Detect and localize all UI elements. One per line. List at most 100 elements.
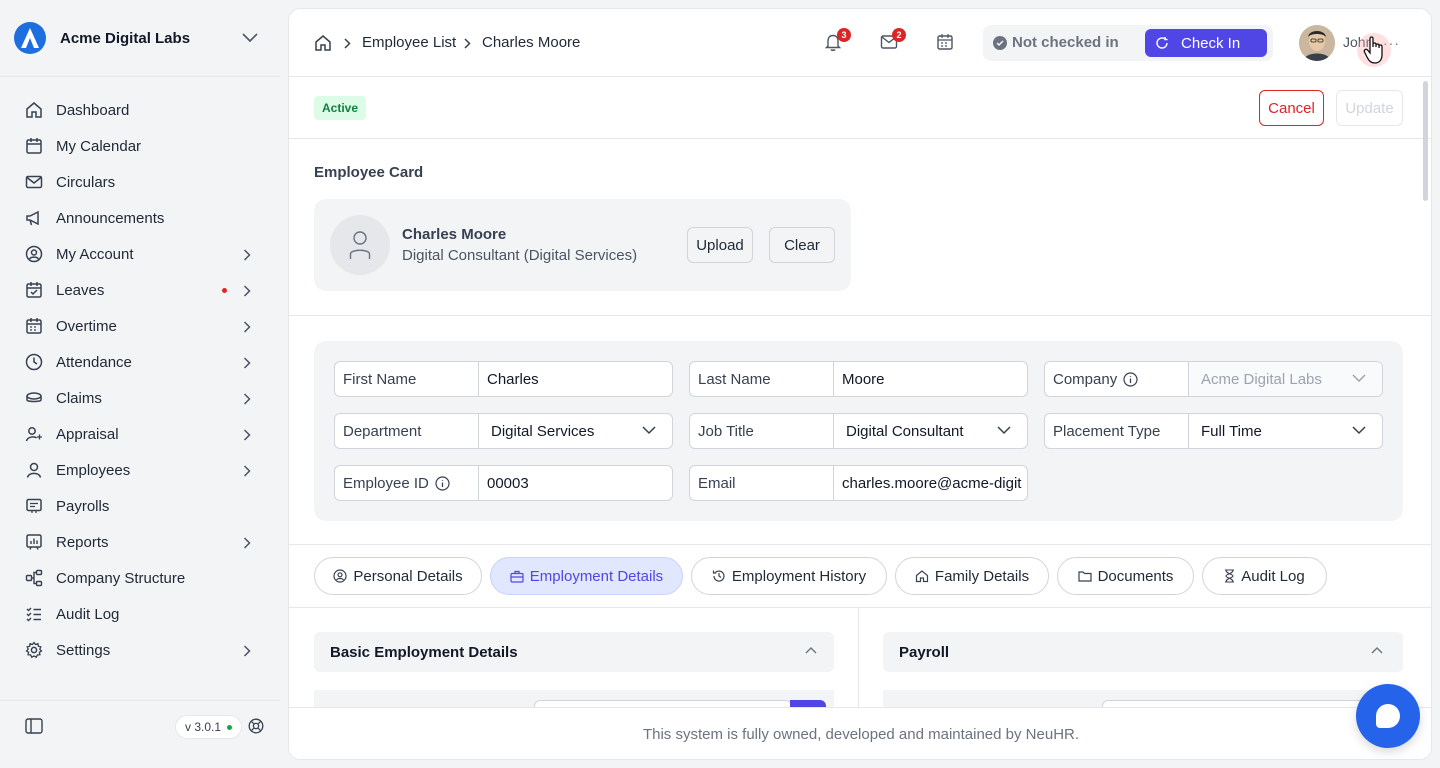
sidebar-item-label: Settings [56, 641, 111, 659]
tab-personal-details[interactable]: Personal Details [314, 557, 482, 595]
info-icon[interactable] [1123, 371, 1138, 387]
chevron-right-icon [344, 38, 351, 49]
update-button[interactable]: Update [1336, 90, 1403, 126]
column-divider [858, 608, 859, 707]
messages-badge: 2 [892, 28, 906, 42]
chevron-right-icon [243, 537, 251, 549]
chevron-down-icon[interactable] [242, 33, 258, 43]
employee-role: Digital Consultant (Digital Services) [402, 247, 638, 264]
tab-label: Audit Log [1241, 567, 1305, 585]
home-icon[interactable] [314, 34, 332, 52]
placement-type-select[interactable]: Full Time [1189, 414, 1382, 448]
company-field[interactable]: Company Acme Digital Labs [1044, 361, 1383, 397]
sidebar-item-company-structure[interactable]: Company Structure [0, 560, 280, 596]
brand-switcher[interactable]: Acme Digital Labs [0, 0, 280, 77]
upload-button[interactable]: Upload [687, 227, 753, 263]
sidebar-item-label: Announcements [56, 209, 165, 227]
tab-audit-log[interactable]: Audit Log [1202, 557, 1327, 595]
breadcrumb-employee-list[interactable]: Employee List [362, 34, 456, 51]
email-field[interactable]: Email charles.moore@acme-digit [689, 465, 1028, 501]
basic-employment-panel-header[interactable]: Basic Employment Details [314, 632, 834, 672]
brand-name: Acme Digital Labs [60, 29, 191, 47]
attendance-status: Not checked in [1012, 34, 1119, 51]
divider [289, 607, 1431, 608]
sidebar-item-claims[interactable]: Claims [0, 380, 280, 416]
chat-button[interactable] [1356, 684, 1420, 748]
divider [289, 544, 1431, 545]
notifications-badge: 3 [837, 28, 851, 42]
topbar: Employee List Charles Moore 3 2 Not chec… [289, 9, 1431, 77]
scrollbar[interactable] [1423, 81, 1428, 201]
last-name-field[interactable]: Last Name Moore [689, 361, 1028, 397]
info-icon[interactable] [435, 475, 450, 491]
gear-icon [25, 641, 43, 659]
tab-employment-history[interactable]: Employment History [691, 557, 887, 595]
company-select[interactable]: Acme Digital Labs [1189, 362, 1382, 396]
home-icon [915, 570, 929, 583]
sidebar-item-announcements[interactable]: Announcements [0, 200, 280, 236]
field-label: Job Title [690, 414, 834, 448]
company-value: Acme Digital Labs [1201, 370, 1322, 388]
sidebar-item-circulars[interactable]: Circulars [0, 164, 280, 200]
sidebar-item-label: Company Structure [56, 569, 186, 587]
sidebar-item-appraisal[interactable]: Appraisal [0, 416, 280, 452]
employee-name: Charles Moore [402, 226, 507, 243]
avatar[interactable] [1299, 25, 1335, 61]
sidebar-item-audit-log[interactable]: Audit Log [0, 596, 280, 632]
last-name-input[interactable]: Moore [834, 362, 1027, 396]
payroll-input[interactable] [1102, 700, 1392, 707]
placement-type-field[interactable]: Placement Type Full Time [1044, 413, 1383, 449]
tab-documents[interactable]: Documents [1057, 557, 1194, 595]
user-circle-icon [25, 245, 43, 263]
sidebar-item-reports[interactable]: Reports [0, 524, 280, 560]
date-picker-button[interactable] [790, 700, 826, 707]
calendar-icon[interactable] [936, 33, 954, 51]
user-icon [25, 461, 43, 479]
clear-button[interactable]: Clear [769, 227, 835, 263]
sidebar-item-my-account[interactable]: My Account [0, 236, 280, 272]
report-icon [25, 533, 43, 551]
folder-icon [1077, 571, 1092, 582]
employee-id-input[interactable]: 00003 [479, 466, 672, 500]
first-name-field[interactable]: First Name Charles [334, 361, 673, 397]
sidebar-item-payrolls[interactable]: Payrolls [0, 488, 280, 524]
sidebar-collapse-icon[interactable] [25, 718, 43, 734]
payroll-panel-header[interactable]: Payroll [883, 632, 1403, 672]
check-in-label: Check In [1181, 34, 1241, 52]
department-select[interactable]: Digital Services [479, 414, 672, 448]
first-name-input[interactable]: Charles [479, 362, 672, 396]
avatar-placeholder-icon [330, 215, 390, 275]
cancel-button[interactable]: Cancel [1259, 90, 1324, 126]
email-input[interactable]: charles.moore@acme-digit [834, 466, 1027, 500]
department-field[interactable]: Department Digital Services [334, 413, 673, 449]
date-input[interactable] [534, 700, 792, 707]
sidebar-nav: Dashboard My Calendar Circulars Announce… [0, 92, 280, 668]
sidebar-item-overtime[interactable]: Overtime [0, 308, 280, 344]
clock-icon [25, 353, 43, 371]
help-icon[interactable] [248, 718, 264, 734]
history-icon [712, 570, 725, 582]
sidebar-item-my-calendar[interactable]: My Calendar [0, 128, 280, 164]
tab-employment-details[interactable]: Employment Details [490, 557, 683, 595]
sidebar-item-label: Dashboard [56, 101, 130, 119]
sidebar-item-dashboard[interactable]: Dashboard [0, 92, 280, 128]
employee-id-field[interactable]: Employee ID 00003 [334, 465, 673, 501]
status-badge: Active [314, 96, 367, 120]
briefcase-icon [510, 570, 524, 583]
employee-form: Active Cancel Update Employee Card Charl… [289, 78, 1431, 707]
chevron-right-icon [243, 393, 251, 405]
check-in-button[interactable]: Check In [1145, 29, 1267, 57]
chevron-up-icon [805, 647, 817, 654]
field-label: Company [1053, 370, 1118, 388]
job-title-select[interactable]: Digital Consultant [834, 414, 1027, 448]
sidebar-item-leaves[interactable]: Leaves [0, 272, 280, 308]
tab-family-details[interactable]: Family Details [895, 557, 1049, 595]
mouse-cursor [1357, 33, 1391, 67]
chevron-right-icon [243, 249, 251, 261]
sidebar-item-attendance[interactable]: Attendance [0, 344, 280, 380]
chevron-right-icon [243, 285, 251, 297]
job-title-field[interactable]: Job Title Digital Consultant [689, 413, 1028, 449]
sidebar-item-employees[interactable]: Employees [0, 452, 280, 488]
sidebar-item-settings[interactable]: Settings [0, 632, 280, 668]
sidebar-item-label: My Account [56, 245, 134, 263]
